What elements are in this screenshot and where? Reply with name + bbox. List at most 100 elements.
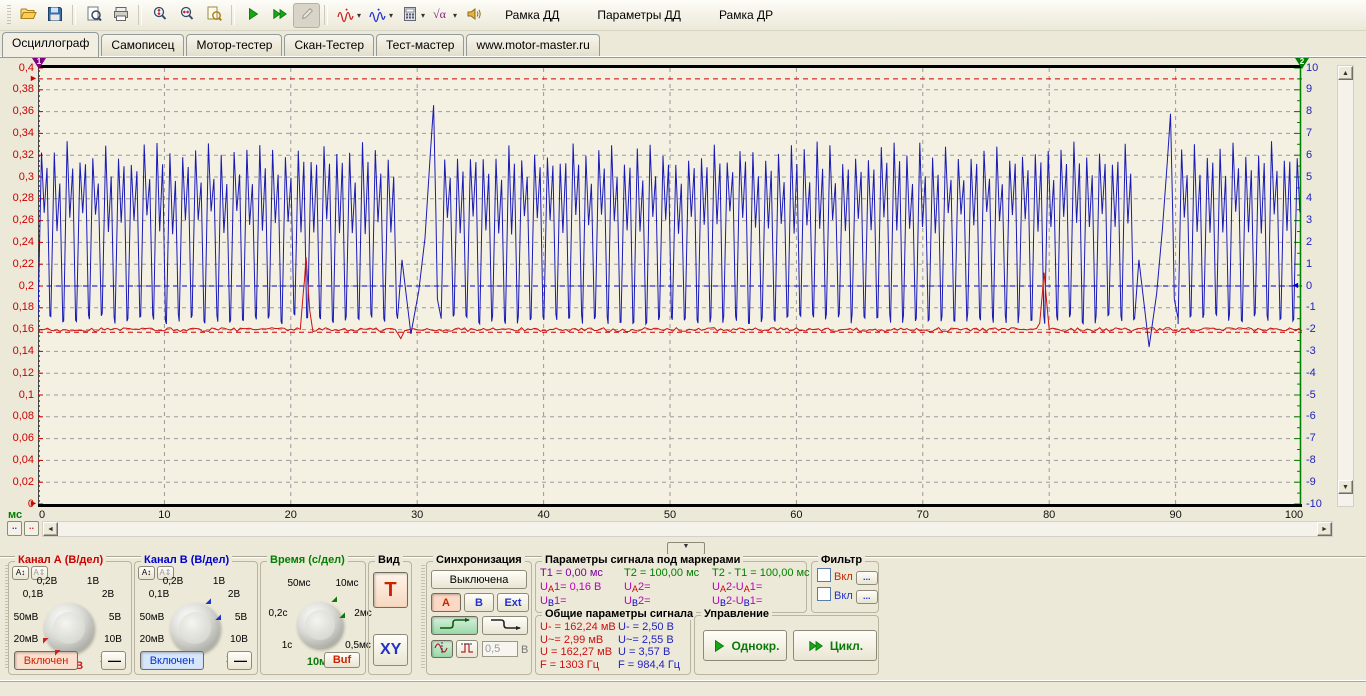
dropdown-arrow-icon[interactable]: ▾ xyxy=(421,11,425,20)
control-panel: Канал А (В/дел) А↕ А⇕ 0,2В0,1В50мВ20мВ10… xyxy=(0,556,1366,680)
view-title: Вид xyxy=(375,554,403,566)
sync-source-ext-button[interactable]: Ext xyxy=(497,593,529,612)
knob-label: 5В xyxy=(235,612,247,623)
sync-source-в-button[interactable]: В xyxy=(464,593,494,612)
view-group: Вид Т XY xyxy=(368,561,412,675)
y-left-tick-label: 0,32 xyxy=(0,150,34,161)
x-tick-label: 40 xyxy=(537,509,549,521)
save-button[interactable] xyxy=(41,3,68,28)
sync-mode-pulse-button[interactable] xyxy=(456,640,478,658)
sync-falling-edge-button[interactable] xyxy=(482,616,528,635)
filter-checkbox[interactable] xyxy=(817,568,831,582)
filter-title: Фильтр xyxy=(818,554,865,566)
scroll-down-button[interactable]: ▼ xyxy=(1338,480,1353,494)
x-axis-unit-label: мс xyxy=(8,509,22,521)
oscilloscope-plot[interactable] xyxy=(38,65,1302,507)
menu-item-3[interactable]: Рамка ДР xyxy=(717,6,775,24)
tab-www.motor-master.ru[interactable]: www.motor-master.ru xyxy=(466,34,599,56)
dropdown-arrow-icon[interactable]: ▾ xyxy=(453,11,457,20)
x-tick-label: 30 xyxy=(411,509,423,521)
tab-скан-тестер[interactable]: Скан-Тестер xyxy=(284,34,374,56)
dropdown-arrow-icon[interactable]: ▾ xyxy=(389,11,393,20)
y-right-tick-label: -5 xyxy=(1306,390,1332,401)
marker-u-value: UА1= 0,16 В xyxy=(540,581,601,594)
pulse-sync-icon xyxy=(459,642,475,654)
printer-button[interactable] xyxy=(107,3,134,28)
knob-label: 20мВ xyxy=(140,634,165,645)
channel-a-group: Канал А (В/дел) А↕ А⇕ 0,2В0,1В50мВ20мВ10… xyxy=(8,561,132,675)
tab-тест-мастер[interactable]: Тест-мастер xyxy=(376,34,464,56)
scroll-right-button[interactable]: ► xyxy=(1317,522,1332,536)
calculator-button[interactable] xyxy=(396,3,423,28)
filter-settings-button[interactable]: ... xyxy=(856,571,878,585)
tab-самописец[interactable]: Самописец xyxy=(101,34,184,56)
y-right-tick-label: -2 xyxy=(1306,324,1332,335)
channel-b-invert-button[interactable]: — xyxy=(227,651,252,670)
y-left-tick-label: 0,3 xyxy=(0,172,34,183)
channel-b-power-button[interactable]: Включен xyxy=(140,651,204,670)
view-t-button[interactable]: Т xyxy=(373,572,408,608)
marker-b-button[interactable]: .. xyxy=(7,521,22,536)
x-tick-label: 80 xyxy=(1043,509,1055,521)
channel-a-title: Канал А (В/дел) xyxy=(15,554,106,566)
knob-label: 2В xyxy=(102,589,114,600)
scroll-left-button[interactable]: ◄ xyxy=(43,522,58,536)
single-run-button[interactable]: Однокр. xyxy=(703,630,787,661)
knob-label: 0,2В xyxy=(37,576,58,587)
sync-mode-wave-button[interactable] xyxy=(431,640,453,658)
sqrt-button[interactable]: √α xyxy=(428,3,455,28)
cycle-run-button[interactable]: Цикл. xyxy=(793,630,877,661)
folder-open-button[interactable] xyxy=(14,3,41,28)
horizontal-scrollbar[interactable]: ◄ ► xyxy=(42,521,1333,537)
zoom-horizontal-button[interactable] xyxy=(173,3,200,28)
channel-a-invert-button[interactable]: — xyxy=(101,651,126,670)
channel-a-power-button[interactable]: Включен xyxy=(14,651,78,670)
y-left-tick-label: 0,08 xyxy=(0,411,34,422)
play-icon xyxy=(245,6,261,25)
dropdown-arrow-icon[interactable]: ▾ xyxy=(357,11,361,20)
trigger-level-arrow[interactable]: ► xyxy=(29,74,38,83)
scroll-up-button[interactable]: ▲ xyxy=(1338,66,1353,80)
sync-source-а-button[interactable]: А xyxy=(431,593,461,612)
channel-b-zero-marker[interactable]: ◄ xyxy=(1291,281,1300,290)
play-button[interactable] xyxy=(239,3,266,28)
general-params-channel-b: U- = 2,50 ВU~= 2,55 ВU = 3,57 ВF = 984,4… xyxy=(618,621,680,671)
general-param-a-line: U = 162,27 мВ xyxy=(540,646,616,659)
knob-label: 5В xyxy=(109,612,121,623)
view-xy-button[interactable]: XY xyxy=(373,634,408,666)
time-title: Время (с/дел) xyxy=(267,554,348,566)
vertical-scrollbar[interactable]: ▲ ▼ xyxy=(1337,65,1354,507)
zoom-vertical-button[interactable] xyxy=(146,3,173,28)
menu-item-2[interactable]: Параметры ДД xyxy=(595,6,683,24)
general-param-b-line: U- = 2,50 В xyxy=(618,621,680,634)
speaker-button[interactable] xyxy=(460,3,487,28)
knob-label: 10В xyxy=(104,634,122,645)
knob-dial[interactable] xyxy=(170,603,220,653)
knob-dial[interactable] xyxy=(44,603,94,653)
wave-blue-button[interactable] xyxy=(364,3,391,28)
play-fast-button[interactable] xyxy=(266,3,293,28)
y-right-tick-label: 2 xyxy=(1306,237,1332,248)
print-preview-button[interactable] xyxy=(80,3,107,28)
sync-rising-edge-button[interactable] xyxy=(431,616,478,635)
zoom-page-button[interactable] xyxy=(200,3,227,28)
y-left-tick-label: 0,4 xyxy=(0,63,34,74)
tab-осциллограф[interactable]: Осциллограф xyxy=(2,32,99,57)
buffer-button[interactable]: Buf xyxy=(324,652,360,668)
knob-dial[interactable] xyxy=(297,602,343,648)
wave-red-button[interactable] xyxy=(332,3,359,28)
toolbar-gripper xyxy=(7,5,11,25)
menu-item-1[interactable]: Рамка ДД xyxy=(503,6,561,24)
x-tick-label: 0 xyxy=(39,509,45,521)
toolbar-buttons: ▾▾▾√α▾ xyxy=(14,3,487,28)
filter-settings-button[interactable]: ... xyxy=(856,590,878,604)
sync-level-input[interactable] xyxy=(482,641,518,657)
sync-off-button[interactable]: Выключена xyxy=(431,570,527,589)
tab-мотор-тестер[interactable]: Мотор-тестер xyxy=(186,34,282,56)
marker-a-button[interactable]: .. xyxy=(24,521,39,536)
play-fast-icon xyxy=(271,6,289,25)
channel-a-zero-arrow[interactable]: ► xyxy=(29,499,38,508)
y-right-tick-label: 9 xyxy=(1306,84,1332,95)
filter-checkbox[interactable] xyxy=(817,587,831,601)
y-left-tick-label: 0,1 xyxy=(0,390,34,401)
